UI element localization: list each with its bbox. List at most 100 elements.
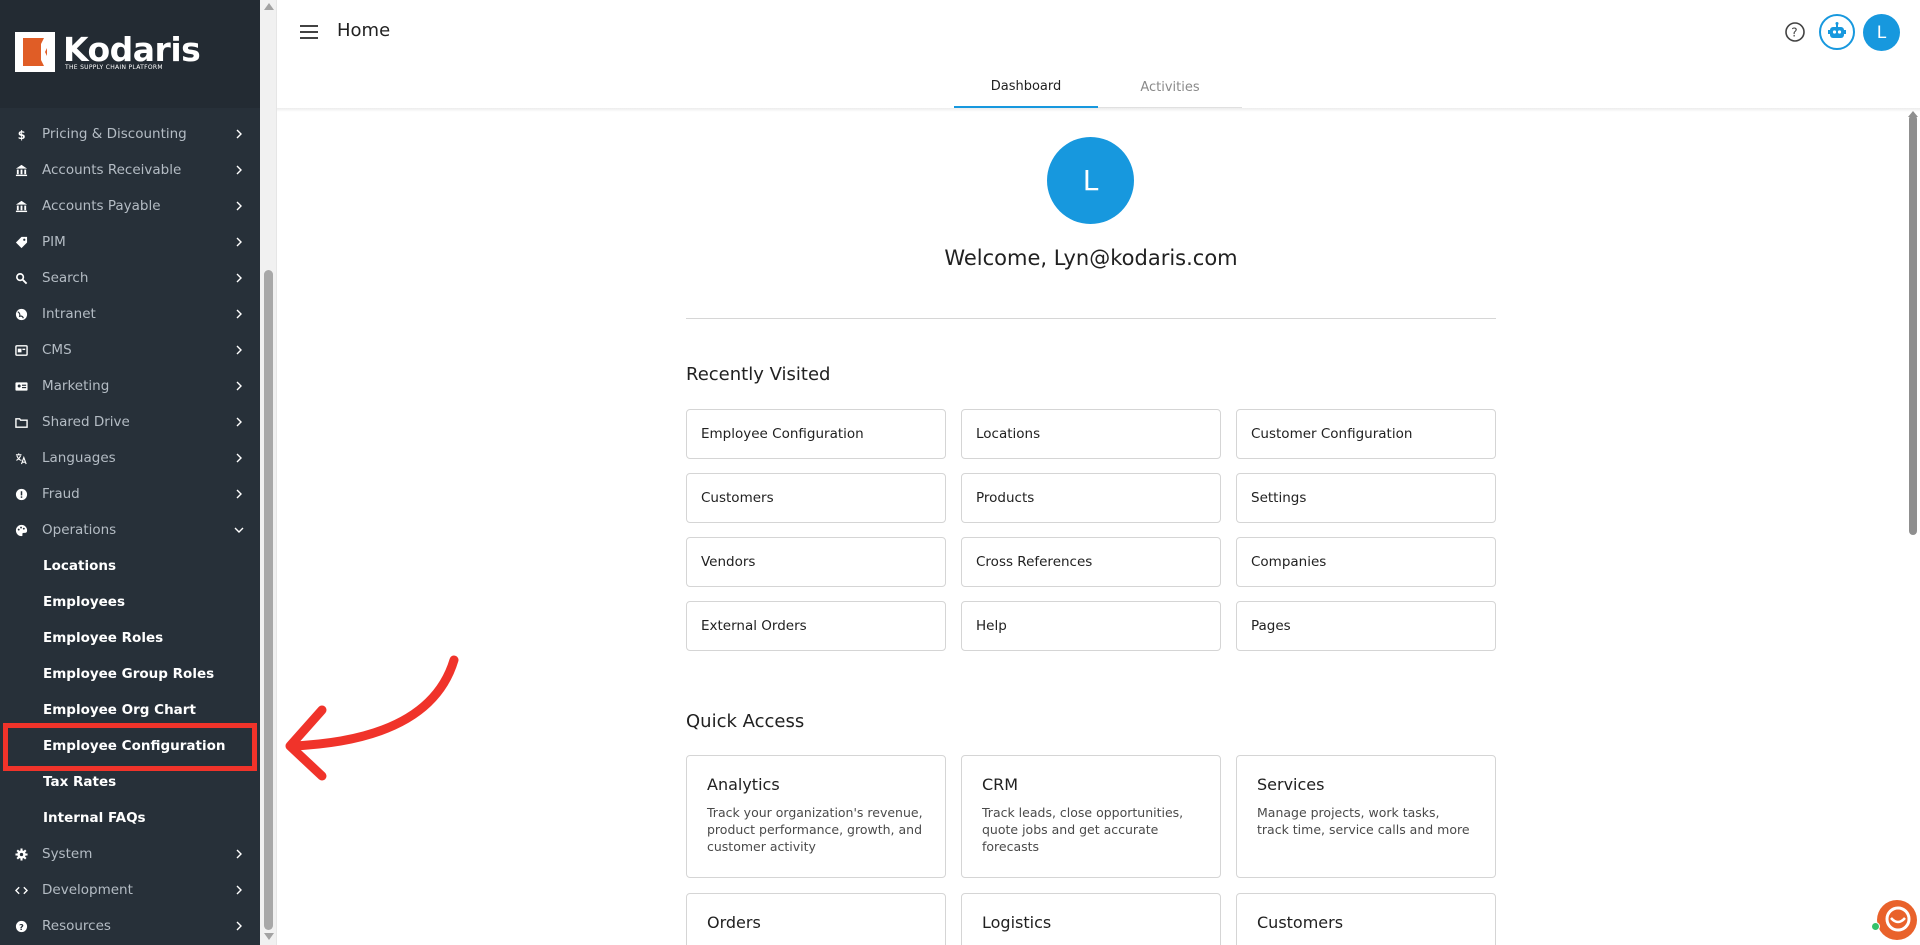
welcome-text: Welcome, Lyn@kodaris.com: [944, 246, 1238, 270]
sidebar-item-fraud[interactable]: Fraud: [0, 476, 260, 512]
dashboard-tabs: Dashboard Activities: [954, 66, 1242, 108]
recent-card-employee-configuration[interactable]: Employee Configuration: [686, 409, 946, 459]
header-divider: [277, 108, 1920, 112]
id-card-icon: [14, 379, 28, 393]
recent-card-customers[interactable]: Customers: [686, 473, 946, 523]
sidebar-item-pricing[interactable]: $ Pricing & Discounting: [0, 116, 260, 152]
sidebar-item-resources[interactable]: ? Resources: [0, 908, 260, 944]
sidebar-item-accounts-receivable[interactable]: Accounts Receivable: [0, 152, 260, 188]
folder-icon: [14, 415, 28, 429]
chevron-right-icon: [236, 345, 242, 355]
svg-text:?: ?: [1791, 26, 1797, 40]
sidebar-scrollbar-thumb[interactable]: [264, 270, 273, 930]
recent-card-pages[interactable]: Pages: [1236, 601, 1496, 651]
translate-icon: [14, 451, 28, 465]
chevron-right-icon: [236, 453, 242, 463]
recent-card-companies[interactable]: Companies: [1236, 537, 1496, 587]
sidebar-item-label: CMS: [42, 342, 72, 358]
chevron-right-icon: [236, 381, 242, 391]
card-title: Services: [1257, 775, 1325, 794]
sidebar-item-search[interactable]: Search: [0, 260, 260, 296]
card-title: Orders: [707, 913, 761, 932]
sidebar-item-label: System: [42, 846, 93, 862]
sidebar-subitem-employees[interactable]: Employees: [43, 584, 125, 620]
sidebar-scrollbar[interactable]: [260, 0, 277, 945]
sidebar-item-marketing[interactable]: Marketing: [0, 368, 260, 404]
recent-card-customer-configuration[interactable]: Customer Configuration: [1236, 409, 1496, 459]
recent-card-cross-references[interactable]: Cross References: [961, 537, 1221, 587]
robot-icon: [1828, 22, 1846, 38]
svg-text:$: $: [17, 129, 25, 141]
help-icon[interactable]: ?: [1784, 21, 1806, 43]
quick-access-card-services[interactable]: Services Manage projects, work tasks, tr…: [1236, 755, 1496, 878]
sidebar-item-label: Pricing & Discounting: [42, 126, 187, 142]
sidebar-item-accounts-payable[interactable]: Accounts Payable: [0, 188, 260, 224]
quick-access-card-orders[interactable]: Orders: [686, 893, 946, 945]
help-circle-icon: ?: [14, 919, 28, 933]
chevron-right-icon: [236, 489, 242, 499]
sidebar-item-pim[interactable]: PIM: [0, 224, 260, 260]
sidebar-item-cms[interactable]: CMS: [0, 332, 260, 368]
sidebar-item-label: Shared Drive: [42, 414, 130, 430]
recent-card-help[interactable]: Help: [961, 601, 1221, 651]
cms-icon: [14, 343, 28, 357]
quick-access-card-crm[interactable]: CRM Track leads, close opportunities, qu…: [961, 755, 1221, 878]
chevron-right-icon: [236, 129, 242, 139]
recent-card-products[interactable]: Products: [961, 473, 1221, 523]
sidebar-subitem-employee-group-roles[interactable]: Employee Group Roles: [43, 656, 214, 692]
bank-icon: [14, 199, 28, 213]
card-title: Analytics: [707, 775, 780, 794]
bank-icon: [14, 163, 28, 177]
sidebar-item-operations[interactable]: Operations: [0, 512, 260, 548]
globe-icon: [14, 307, 28, 321]
recent-card-vendors[interactable]: Vendors: [686, 537, 946, 587]
sidebar-item-intranet[interactable]: Intranet: [0, 296, 260, 332]
search-icon: [14, 271, 28, 285]
annotation-arrow-icon: [285, 655, 459, 781]
svg-text:?: ?: [18, 921, 23, 931]
gear-icon: [14, 847, 28, 861]
top-bar: Home ? L: [277, 0, 1920, 66]
sidebar-item-label: Accounts Receivable: [42, 162, 182, 178]
chevron-right-icon: [236, 201, 242, 211]
card-title: Logistics: [982, 913, 1052, 932]
card-description: Track your organization's revenue, produ…: [707, 805, 923, 854]
sidebar-item-label: Search: [42, 270, 89, 286]
sidebar-item-shared-drive[interactable]: Shared Drive: [0, 404, 260, 440]
tag-icon: [14, 235, 28, 249]
sidebar-item-label: Languages: [42, 450, 116, 466]
assistant-bot-button[interactable]: [1819, 14, 1855, 50]
scroll-down-arrow-icon[interactable]: [264, 933, 274, 940]
chevron-right-icon: [236, 309, 242, 319]
quick-access-card-analytics[interactable]: Analytics Track your organization's reve…: [686, 755, 946, 878]
quick-access-title: Quick Access: [686, 711, 805, 732]
sidebar-subitem-internal-faqs[interactable]: Internal FAQs: [43, 800, 146, 836]
main-scrollbar-thumb[interactable]: [1909, 115, 1917, 535]
logo-tagline: THE SUPPLY CHAIN PLATFORM: [65, 64, 163, 71]
recent-card-locations[interactable]: Locations: [961, 409, 1221, 459]
sidebar-item-label: Fraud: [42, 486, 80, 502]
sidebar-item-label: Marketing: [42, 378, 110, 394]
sidebar-item-system[interactable]: System: [0, 836, 260, 872]
chevron-right-icon: [236, 237, 242, 247]
sidebar-subitem-locations[interactable]: Locations: [43, 548, 116, 584]
sidebar-item-development[interactable]: Development: [0, 872, 260, 908]
tab-activities[interactable]: Activities: [1098, 66, 1242, 108]
welcome-avatar: L: [1047, 137, 1134, 224]
recent-card-settings[interactable]: Settings: [1236, 473, 1496, 523]
sidebar-item-label: Development: [42, 882, 133, 898]
hamburger-menu-icon[interactable]: [300, 25, 318, 39]
chevron-right-icon: [236, 885, 242, 895]
sidebar-subitem-employee-roles[interactable]: Employee Roles: [43, 620, 163, 656]
user-avatar[interactable]: L: [1863, 14, 1900, 51]
quick-access-card-logistics[interactable]: Logistics: [961, 893, 1221, 945]
scroll-up-arrow-icon[interactable]: [264, 3, 274, 10]
chat-widget-button[interactable]: [1877, 900, 1917, 940]
sidebar-item-languages[interactable]: Languages: [0, 440, 260, 476]
quick-access-card-customers[interactable]: Customers: [1236, 893, 1496, 945]
chevron-right-icon: [236, 921, 242, 931]
sidebar-item-label: Intranet: [42, 306, 96, 322]
page-title: Home: [337, 20, 391, 41]
recent-card-external-orders[interactable]: External Orders: [686, 601, 946, 651]
tab-dashboard[interactable]: Dashboard: [954, 66, 1098, 108]
